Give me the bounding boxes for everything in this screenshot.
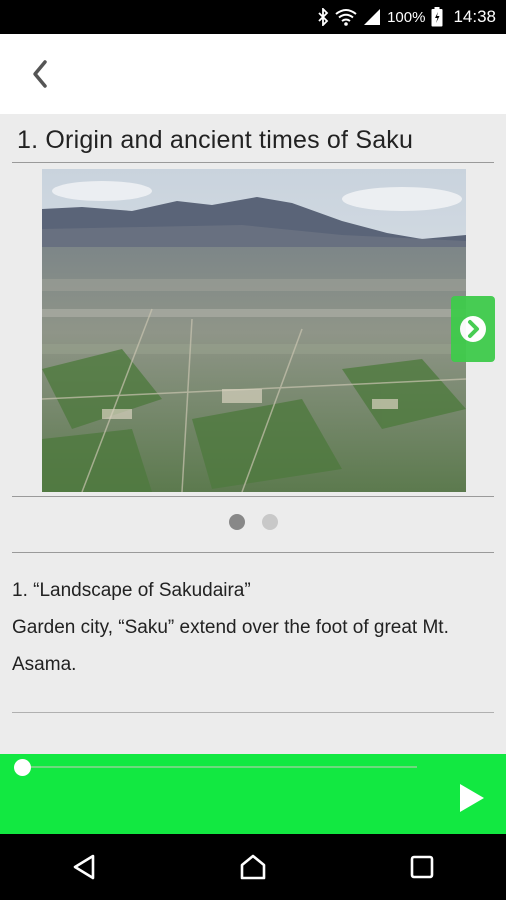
back-triangle-icon (74, 854, 95, 880)
next-slide-button[interactable] (451, 296, 495, 362)
content-area: 1. Origin and ancient times of Saku 1. “… (0, 114, 506, 754)
nav-recents-button[interactable] (392, 837, 452, 897)
page-title: 1. Origin and ancient times of Saku (17, 126, 414, 154)
slide-pager (0, 514, 506, 530)
image-divider (12, 496, 494, 497)
caption-divider (12, 552, 494, 553)
app-bar (0, 34, 506, 115)
signal-icon (363, 8, 381, 26)
battery-icon (431, 7, 443, 27)
chevron-right-circle-icon (460, 316, 486, 342)
progress-thumb[interactable] (14, 759, 31, 776)
wifi-icon (335, 8, 357, 26)
nav-back-button[interactable] (54, 837, 114, 897)
progress-track[interactable] (22, 766, 417, 768)
play-button[interactable] (452, 778, 492, 818)
bottom-divider (12, 712, 494, 713)
caption-title: 1. “Landscape of Sakudaira” (12, 580, 251, 601)
back-button[interactable] (18, 52, 62, 96)
audio-player (0, 754, 506, 834)
bluetooth-icon (317, 8, 329, 26)
caption-body: Garden city, “Saku” extend over the foot… (12, 617, 449, 675)
recents-icon (410, 855, 433, 879)
battery-percent: 100% (387, 8, 426, 26)
caption: 1. “Landscape of Sakudaira” Garden city,… (12, 572, 494, 683)
pager-dot-1[interactable] (228, 514, 245, 530)
clock: 14:38 (453, 7, 496, 26)
status-bar: 100% 14:38 (0, 0, 506, 34)
chevron-left-icon (33, 60, 47, 88)
pager-dot-2[interactable] (261, 514, 278, 530)
home-icon (240, 854, 266, 880)
system-nav-bar (0, 834, 506, 900)
title-divider (12, 162, 494, 163)
landscape-image[interactable] (42, 169, 466, 492)
play-icon (460, 784, 484, 812)
nav-home-button[interactable] (223, 837, 283, 897)
